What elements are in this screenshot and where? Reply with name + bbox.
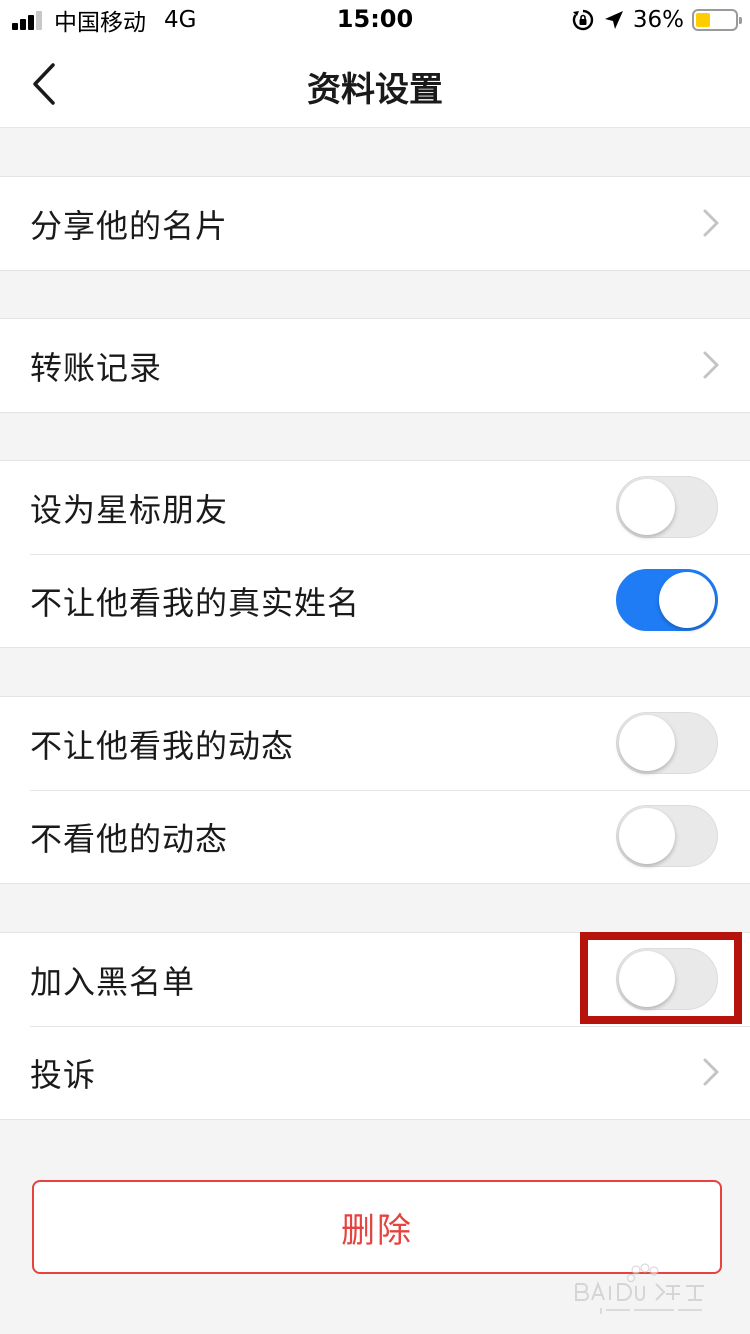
- baidu-watermark-logo: [575, 1263, 704, 1314]
- row-label: 不让他看我的动态: [30, 726, 295, 765]
- battery-fill: [696, 13, 710, 27]
- row-label: 不让他看我的真实姓名: [30, 583, 361, 622]
- status-right: 36%: [571, 6, 742, 34]
- section-transfer: 转账记录: [0, 318, 750, 413]
- row-hide-my-moments: 不让他看我的动态: [0, 697, 750, 790]
- row-label: 加入黑名单: [30, 962, 196, 1001]
- row-transfer-records[interactable]: 转账记录: [0, 319, 750, 412]
- row-label: 设为星标朋友: [30, 490, 229, 529]
- section-star: 设为星标朋友 不让他看我的真实姓名: [0, 460, 750, 648]
- nav-bar: 资料设置: [0, 40, 750, 128]
- row-not-see-moments: 不看他的动态: [0, 790, 750, 883]
- battery-icon: [692, 9, 742, 31]
- row-share-card[interactable]: 分享他的名片: [0, 177, 750, 270]
- star-friend-toggle[interactable]: [616, 476, 718, 538]
- hide-real-name-toggle[interactable]: [616, 569, 718, 631]
- row-label: 转账记录: [30, 348, 163, 387]
- battery-percent: 36%: [632, 7, 684, 33]
- chevron-right-icon: [703, 209, 719, 237]
- status-bar: 中国移动 4G 15:00 36%: [0, 0, 750, 40]
- row-complain[interactable]: 投诉: [0, 1026, 750, 1119]
- chevron-right-icon: [703, 351, 719, 379]
- rotation-lock-icon: [572, 9, 594, 31]
- section-share: 分享他的名片: [0, 176, 750, 271]
- chevron-right-icon: [703, 1058, 719, 1086]
- row-hide-real-name: 不让他看我的真实姓名: [0, 554, 750, 647]
- highlight-annotation-box: [580, 932, 742, 1024]
- not-see-moments-toggle[interactable]: [616, 805, 718, 867]
- location-arrow-icon: [604, 11, 623, 29]
- row-label: 分享他的名片: [30, 206, 229, 245]
- row-label: 不看他的动态: [30, 819, 229, 858]
- row-label: 投诉: [30, 1055, 97, 1094]
- row-star-friend: 设为星标朋友: [0, 461, 750, 554]
- delete-button[interactable]: 删除: [32, 1180, 722, 1274]
- page-title: 资料设置: [307, 70, 443, 110]
- hide-my-moments-toggle[interactable]: [616, 712, 718, 774]
- section-moments: 不让他看我的动态 不看他的动态: [0, 696, 750, 884]
